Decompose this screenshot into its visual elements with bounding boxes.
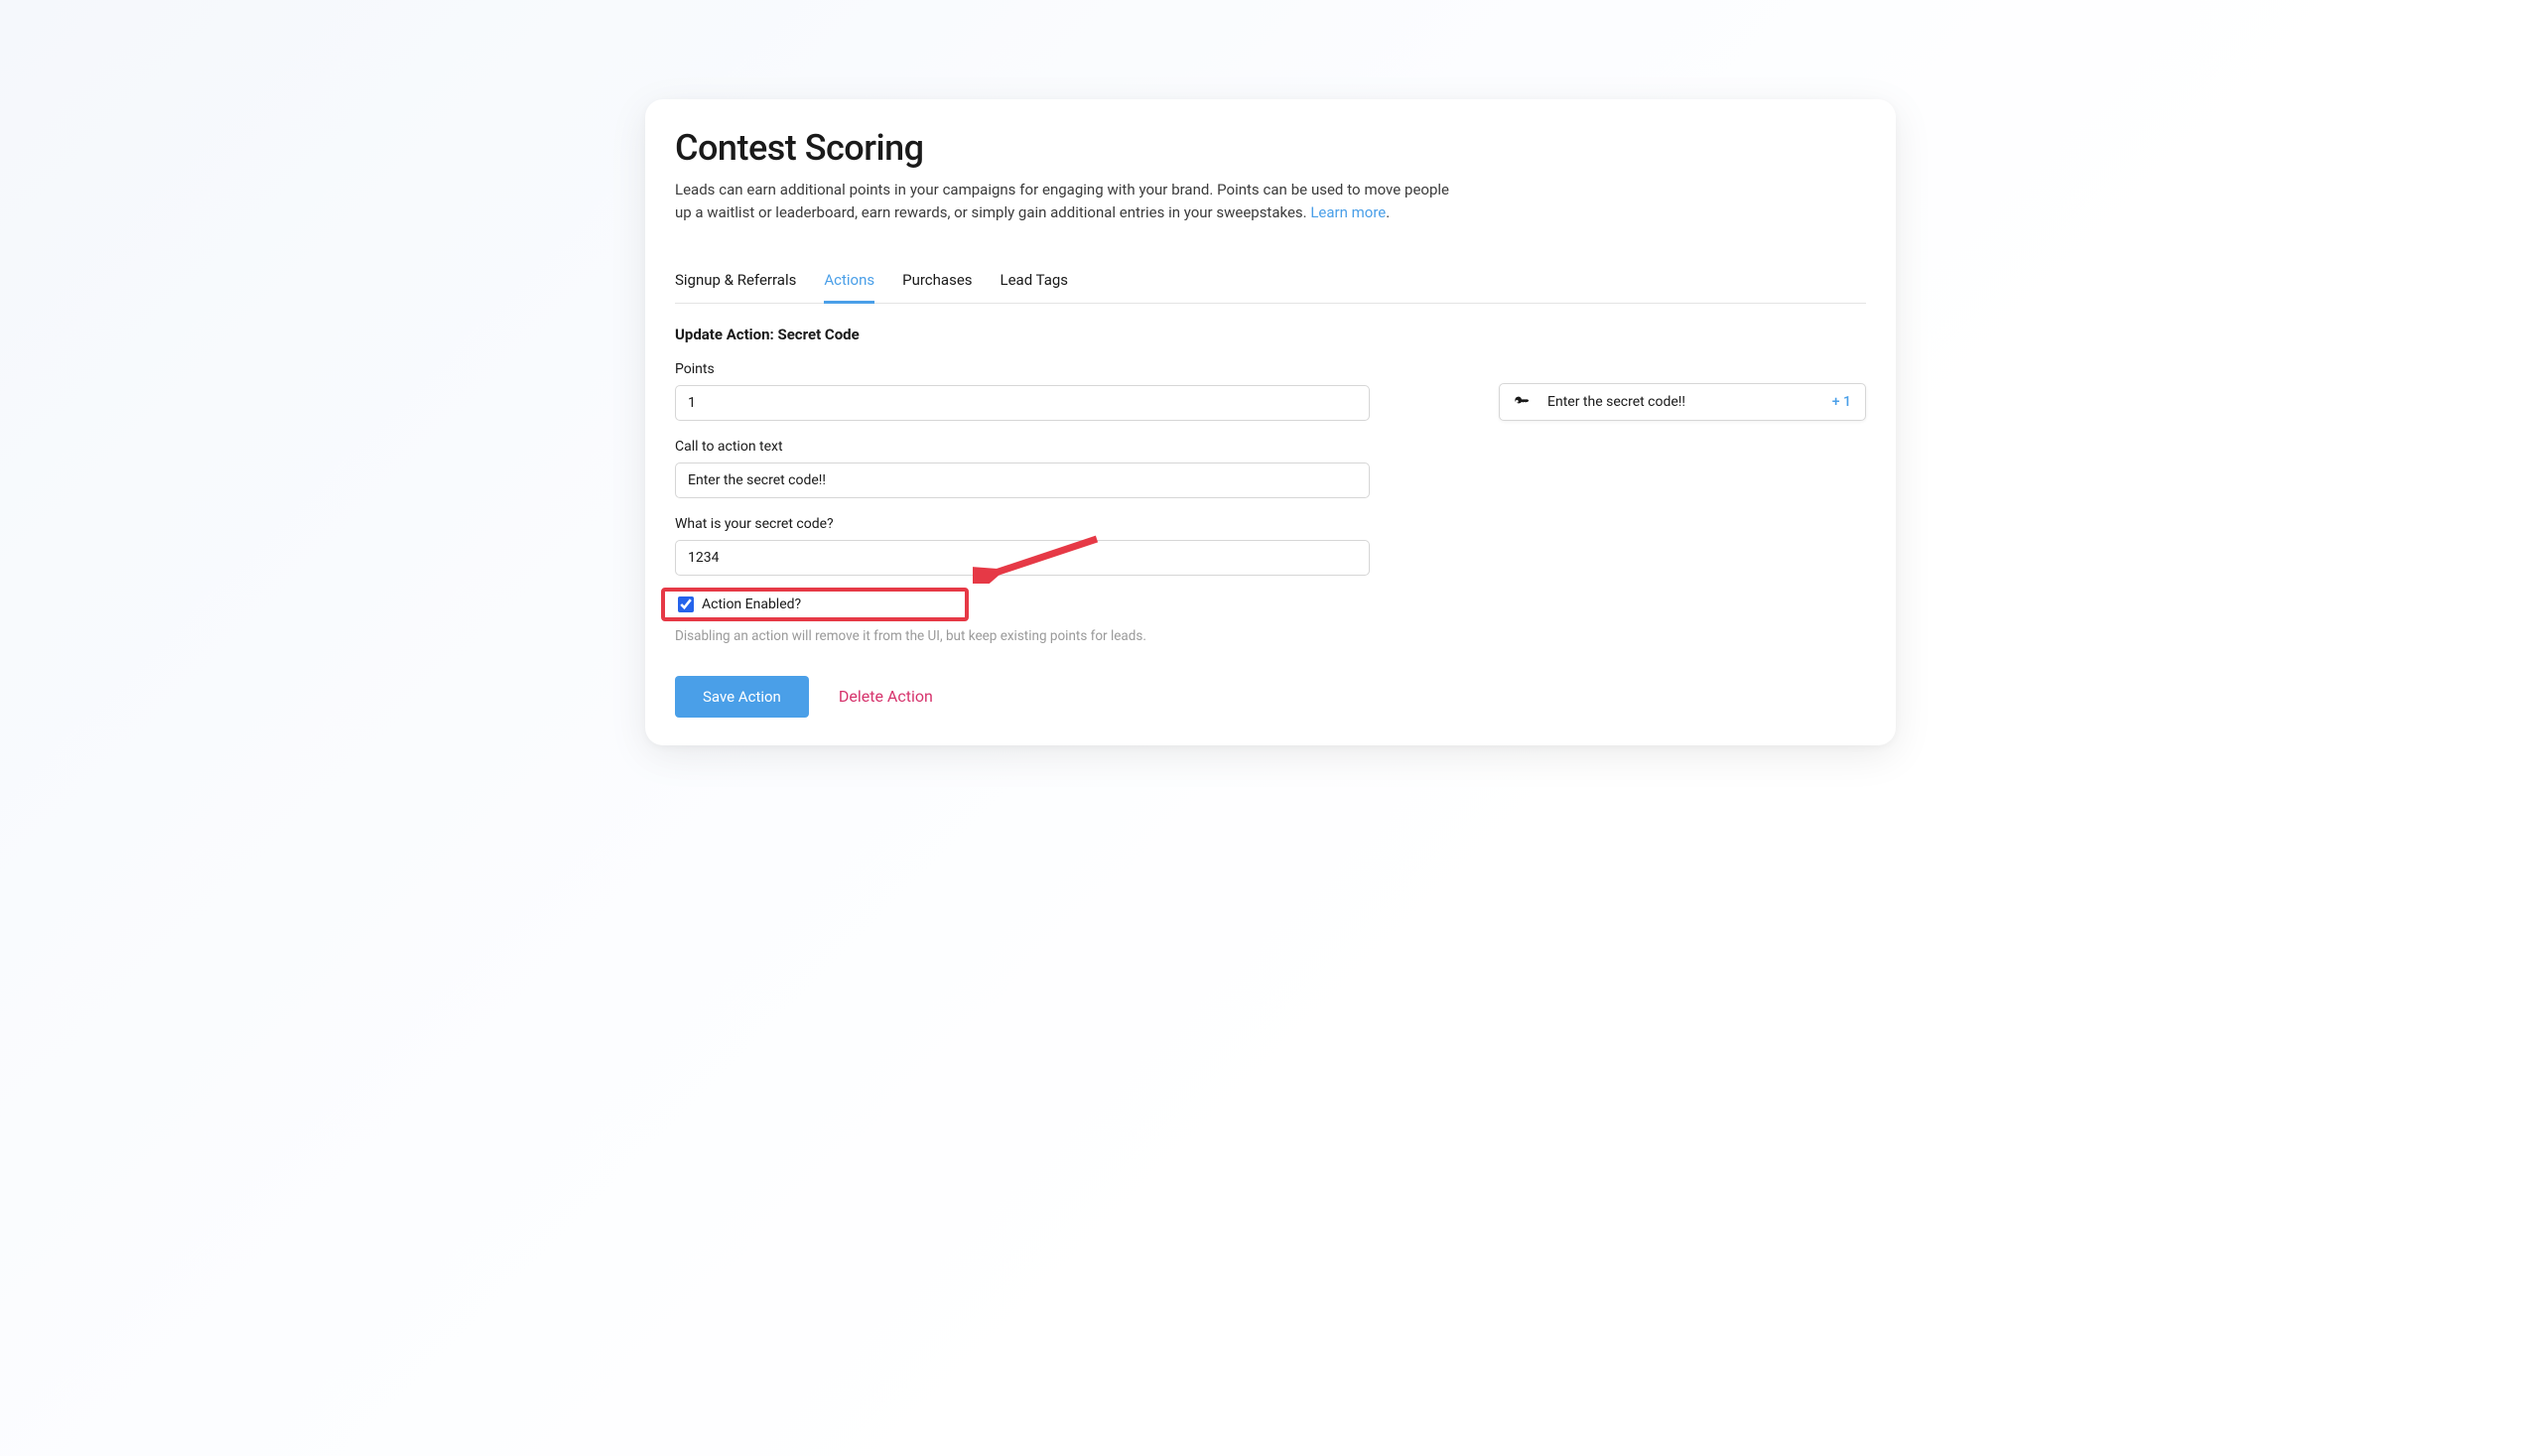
settings-card: Contest Scoring Leads can earn additiona… [645,99,1896,745]
save-action-button[interactable]: Save Action [675,676,809,718]
help-text: Disabling an action will remove it from … [675,628,1370,644]
cta-group: Call to action text [675,439,1370,498]
tab-actions[interactable]: Actions [824,263,874,304]
secret-group: What is your secret code? [675,516,1370,576]
secret-label: What is your secret code? [675,516,1370,532]
preview-points: + 1 [1832,394,1851,410]
description-after: . [1386,203,1390,221]
action-enabled-wrap: Action Enabled? [675,594,807,615]
section-title: Update Action: Secret Code [675,326,1370,343]
points-group: Points [675,361,1370,421]
tab-lead-tags[interactable]: Lead Tags [1001,263,1069,304]
action-enabled-label: Action Enabled? [702,596,801,612]
tab-purchases[interactable]: Purchases [902,263,972,304]
points-input[interactable] [675,385,1370,421]
action-enabled-checkbox[interactable] [678,596,694,612]
preview-text: Enter the secret code!! [1547,394,1814,410]
action-preview[interactable]: Enter the secret code!! + 1 [1499,383,1866,421]
preview-column: Enter the secret code!! + 1 [1499,326,1866,718]
delete-action-button[interactable]: Delete Action [839,687,933,706]
cta-label: Call to action text [675,439,1370,455]
key-icon [1514,394,1530,410]
button-row: Save Action Delete Action [675,676,1370,718]
points-label: Points [675,361,1370,377]
page-description: Leads can earn additional points in your… [675,179,1449,225]
content-row: Update Action: Secret Code Points Call t… [675,326,1866,718]
cta-input[interactable] [675,463,1370,498]
page-title: Contest Scoring [675,127,1866,169]
form-column: Update Action: Secret Code Points Call t… [675,326,1370,718]
learn-more-link[interactable]: Learn more [1310,203,1386,221]
tab-signup-referrals[interactable]: Signup & Referrals [675,263,796,304]
tabs-nav: Signup & Referrals Actions Purchases Lea… [675,263,1866,304]
secret-input[interactable] [675,540,1370,576]
